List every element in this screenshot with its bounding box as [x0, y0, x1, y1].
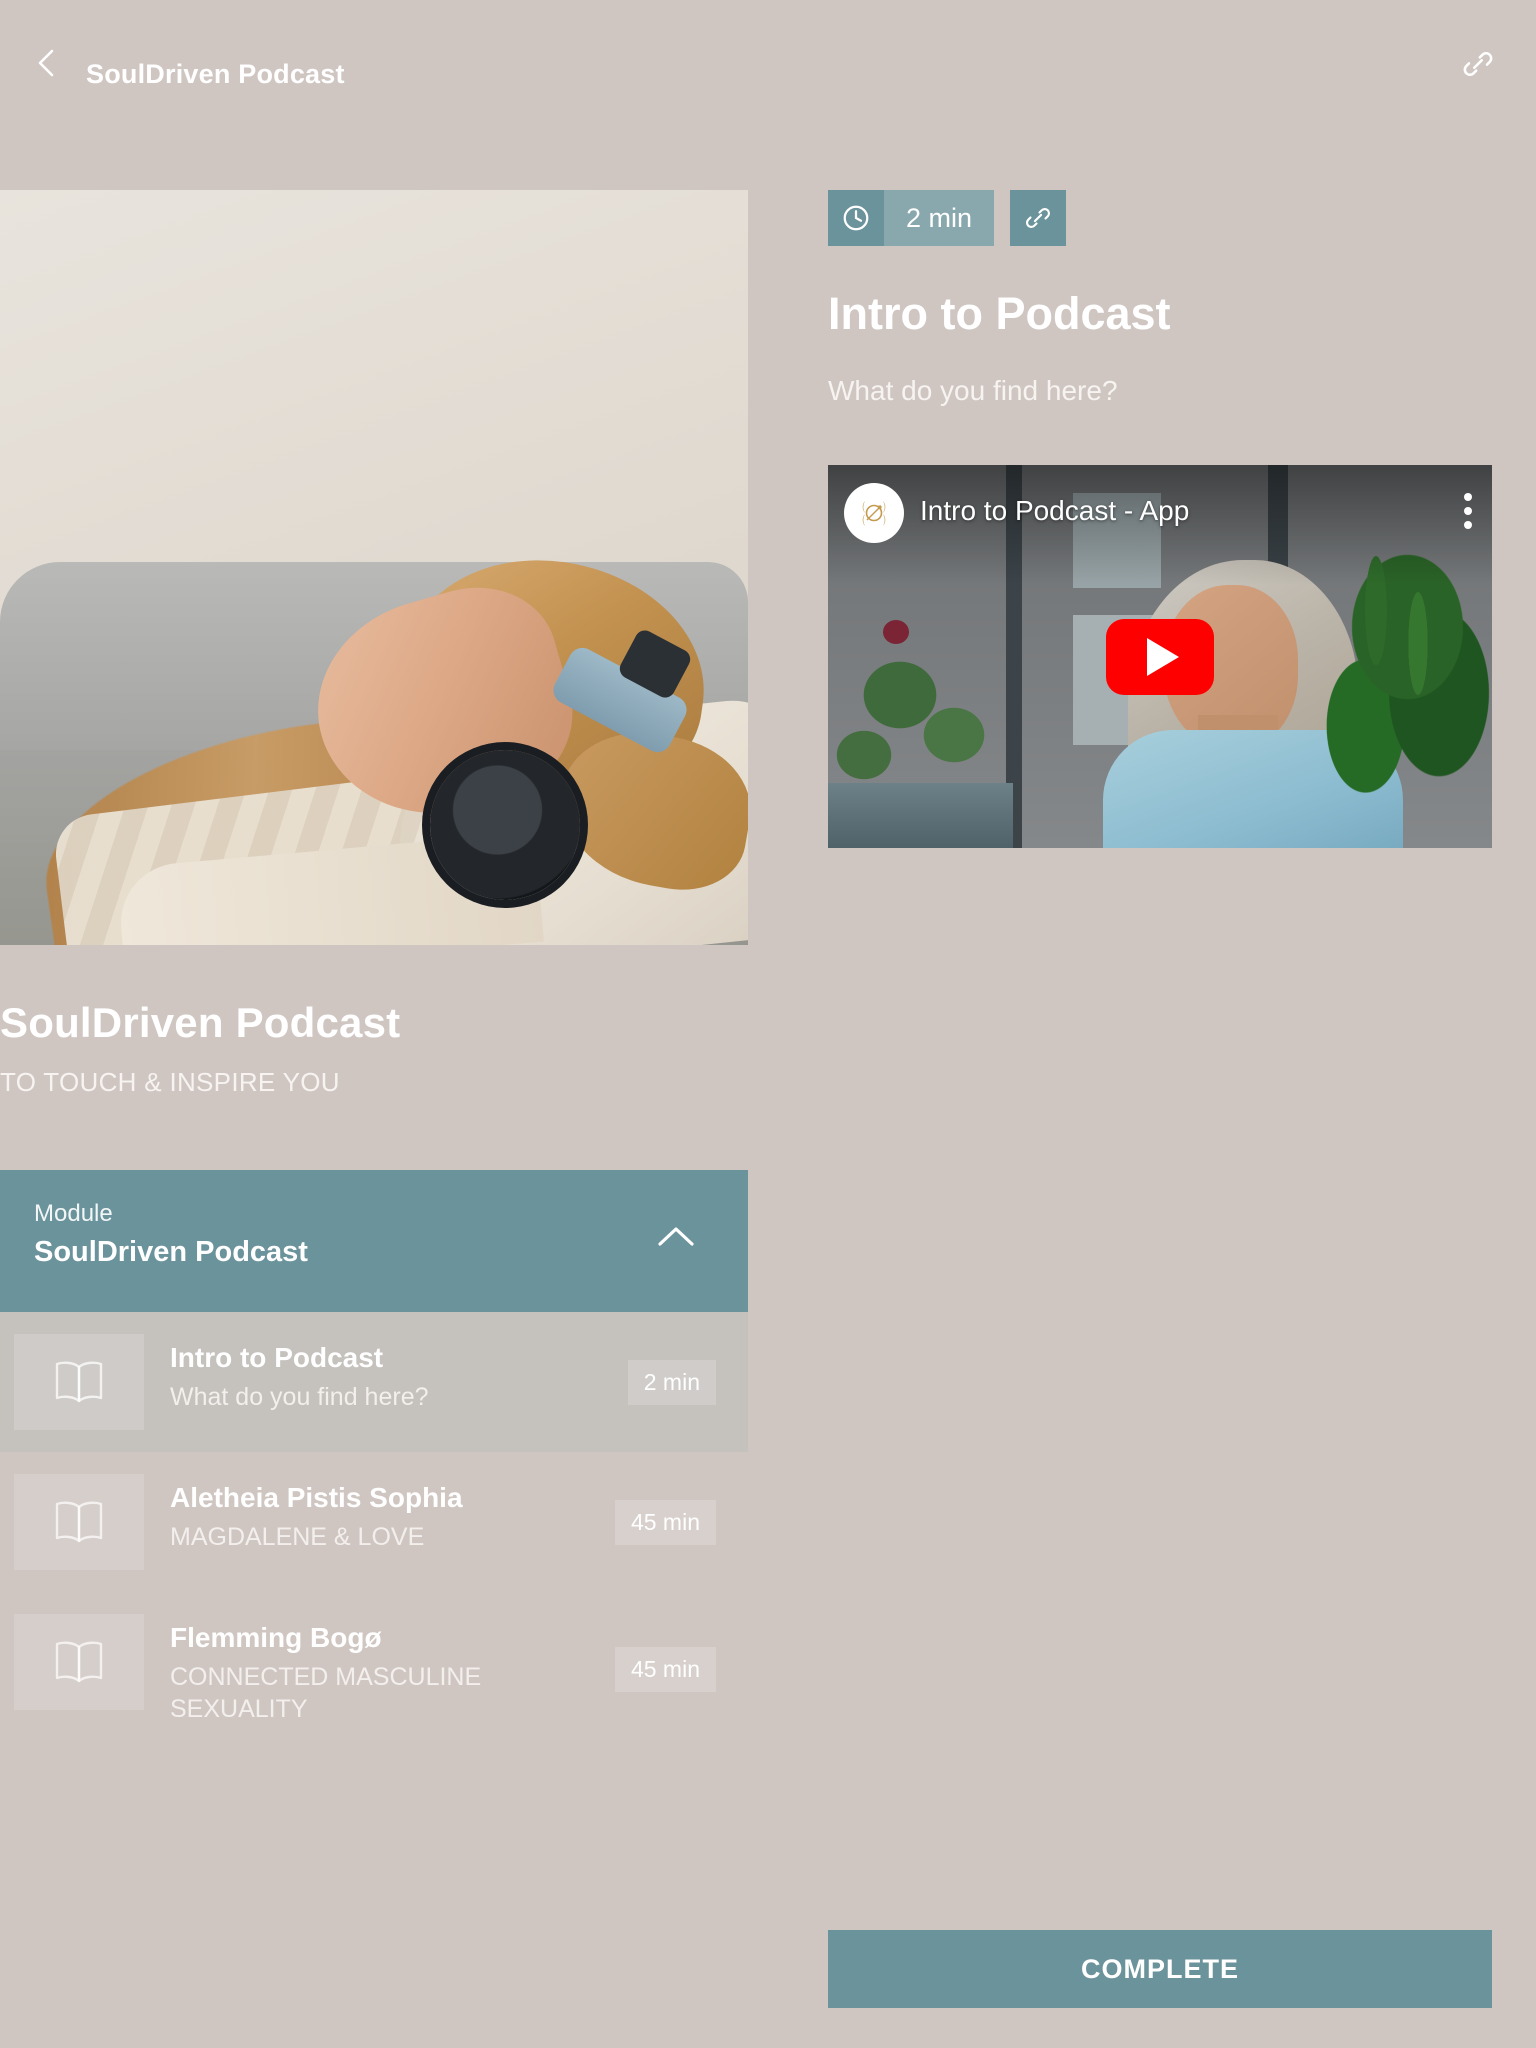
lesson-detail-subtitle: What do you find here?	[828, 375, 1118, 407]
clock-icon	[843, 205, 869, 231]
share-link-button[interactable]	[1460, 46, 1496, 82]
hero-photo	[0, 190, 748, 945]
chevron-left-icon	[38, 49, 54, 77]
lesson-detail-title: Intro to Podcast	[828, 288, 1171, 339]
lesson-list-item[interactable]: Intro to Podcast What do you find here? …	[0, 1312, 748, 1453]
app-root: SoulDriven Podcast SoulDriven Podcast TO…	[0, 0, 1536, 2048]
kebab-menu-icon	[1464, 507, 1472, 516]
lesson-duration-value: 2 min	[884, 190, 995, 246]
lesson-text: Aletheia Pistis Sophia MAGDALENE & LOVE	[170, 1474, 615, 1553]
clock-icon-box	[828, 190, 884, 246]
open-book-icon	[55, 1501, 103, 1543]
lesson-title: Flemming Bogø	[170, 1622, 382, 1654]
lesson-subtitle: MAGDALENE & LOVE	[170, 1523, 425, 1552]
module-header[interactable]: Module SoulDriven Podcast	[0, 1170, 748, 1313]
open-book-icon	[55, 1361, 103, 1403]
duration-pill: 2 min	[828, 190, 995, 246]
lesson-duration-badge: 2 min	[627, 1359, 716, 1405]
complete-button[interactable]: COMPLETE	[828, 1930, 1492, 2008]
youtube-video-embed[interactable]: Intro to Podcast - App	[828, 465, 1492, 849]
lesson-title: Aletheia Pistis Sophia	[170, 1482, 463, 1514]
link-icon	[1026, 208, 1051, 228]
page-title: SoulDriven Podcast	[86, 59, 345, 89]
module-collapse-button[interactable]	[654, 1222, 698, 1252]
chevron-up-icon	[658, 1227, 694, 1246]
youtube-play-icon	[1147, 637, 1179, 676]
triple-moon-logo-icon	[862, 501, 886, 527]
module-kicker: Module	[34, 1200, 113, 1228]
lesson-thumbnail	[14, 1474, 144, 1571]
lesson-text: Flemming Bogø CONNECTED MASCULINE SEXUAL…	[170, 1614, 615, 1725]
lesson-thumbnail	[14, 1334, 144, 1431]
lesson-meta-row: 2 min	[828, 190, 1492, 246]
lesson-duration-badge: 45 min	[614, 1646, 716, 1692]
lesson-share-button[interactable]	[1010, 190, 1067, 246]
lesson-list-item[interactable]: Aletheia Pistis Sophia MAGDALENE & LOVE …	[0, 1452, 748, 1592]
course-title: SoulDriven Podcast	[0, 999, 401, 1046]
lesson-detail-panel: 2 min Intro to Podcast What do you find …	[828, 190, 1492, 849]
lesson-subtitle: CONNECTED MASCULINE SEXUALITY	[170, 1663, 482, 1723]
lesson-thumbnail	[14, 1614, 144, 1711]
link-icon	[1463, 52, 1493, 76]
back-button[interactable]	[30, 46, 64, 80]
module-title: SoulDriven Podcast	[34, 1236, 308, 1269]
kebab-menu-icon	[1464, 493, 1472, 502]
channel-avatar[interactable]	[844, 483, 904, 544]
lesson-title: Intro to Podcast	[170, 1342, 384, 1374]
open-book-icon	[55, 1641, 103, 1683]
course-hero-image	[0, 190, 748, 945]
kebab-menu-icon	[1464, 521, 1472, 530]
video-title: Intro to Podcast - App	[920, 495, 1190, 527]
top-bar: SoulDriven Podcast	[0, 0, 1536, 120]
lesson-list-item[interactable]: Flemming Bogø CONNECTED MASCULINE SEXUAL…	[0, 1592, 748, 1747]
video-play-button[interactable]	[1106, 618, 1214, 695]
course-panel: SoulDriven Podcast TO TOUCH & INSPIRE YO…	[0, 190, 748, 1747]
course-subtitle: TO TOUCH & INSPIRE YOU	[0, 1067, 340, 1098]
lesson-duration-badge: 45 min	[614, 1499, 716, 1545]
video-menu-button[interactable]	[1464, 493, 1472, 530]
lesson-text: Intro to Podcast What do you find here?	[170, 1334, 628, 1413]
lesson-list: Intro to Podcast What do you find here? …	[0, 1312, 748, 1747]
lesson-subtitle: What do you find here?	[170, 1383, 429, 1412]
